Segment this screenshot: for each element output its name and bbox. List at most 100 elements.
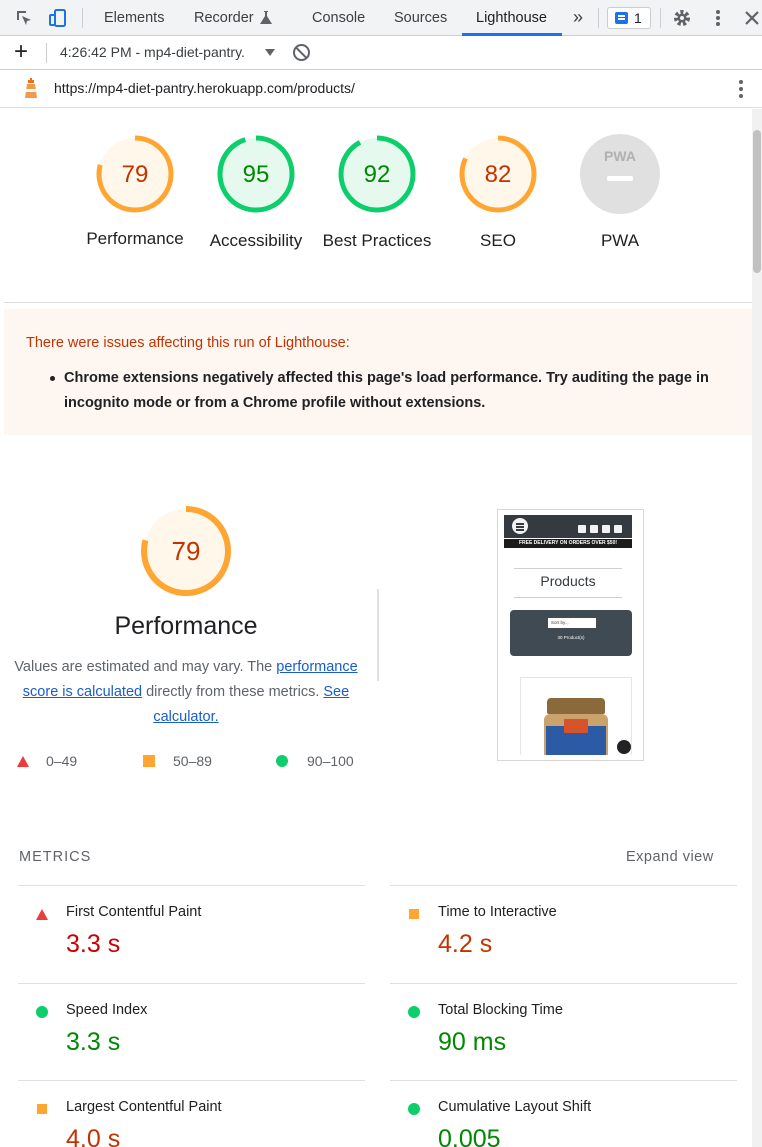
pass-circle-icon [408,1006,420,1018]
gauge-best-practices[interactable]: 92 [337,134,417,214]
gauge-accessibility-label: Accessibility [209,231,303,250]
screenshot-content: FREE DELIVERY ON ORDERS OVER $50! Produc… [504,515,632,755]
warning-item: Chrome extensions negatively affected th… [50,366,734,415]
device-toolbar-icon[interactable] [48,8,68,28]
metric-value: 4.0 s [66,1125,121,1147]
gauge-best-practices-value: 92 [364,161,391,188]
thumb-navbar [504,515,632,538]
flask-icon [260,11,272,24]
gauge-pwa-label: PWA [600,231,640,250]
legend-average: 50–89 [173,753,212,769]
metric-value: 3.3 s [66,1028,121,1056]
gauge-seo-value: 82 [485,161,512,188]
thumb-sort-select: Sort by... [548,618,596,628]
vertical-divider [377,589,379,681]
thumb-nav-icons [574,520,626,533]
toolbar-separator [46,43,47,63]
report-url: https://mp4-diet-pantry.herokuapp.com/pr… [54,80,355,96]
metric-value: 3.3 s [66,930,121,958]
thumb-banner: FREE DELIVERY ON ORDERS OVER $50! [504,539,632,548]
legend-pass: 90–100 [307,753,354,769]
pass-circle-icon [36,1006,48,1018]
metrics-heading: METRICS [19,849,92,865]
expand-view-toggle[interactable]: Expand view [626,849,714,865]
scroll-top-icon [617,740,631,754]
tab-separator [82,8,83,28]
metric-speed-index: Speed Index 3.3 s [18,984,358,1080]
average-square-icon [143,755,155,767]
metric-title: Largest Contentful Paint [66,1099,222,1115]
inspect-icon[interactable] [14,8,34,28]
gear-icon[interactable] [672,8,692,28]
bullet-icon [50,376,55,381]
devtools-tab-bar: Elements Recorder Console Sources Lighth… [0,0,762,36]
metric-total-blocking-time: Total Blocking Time 90 ms [390,984,730,1080]
tab-sources[interactable]: Sources [394,0,447,36]
gauge-performance-label: Performance [86,229,184,248]
average-square-icon [37,1104,47,1114]
fail-triangle-icon [17,756,29,767]
fail-triangle-icon [36,909,48,920]
metric-value: 90 ms [438,1028,507,1056]
average-square-icon [409,909,419,919]
lighthouse-icon [25,78,37,98]
metric-title: Cumulative Layout Shift [438,1099,592,1115]
gauge-performance[interactable]: 79 [95,134,175,214]
metric-cumulative-layout-shift: Cumulative Layout Shift 0.005 [390,1081,730,1147]
warning-box: There were issues affecting this run of … [4,309,752,435]
legend-fail: 0–49 [46,753,78,769]
report-menu-icon[interactable] [739,80,743,98]
performance-description: Values are estimated and may vary. The p… [14,659,358,725]
report-url-bar: https://mp4-diet-pantry.herokuapp.com/pr… [0,70,762,108]
metric-title: Total Blocking Time [438,1002,563,1018]
metric-first-contentful-paint: First Contentful Paint 3.3 s [18,886,358,982]
report-selector[interactable]: 4:26:42 PM - mp4-diet-pantry. [60,44,245,60]
thumb-title: Products [540,573,596,589]
hamburger-icon [512,518,528,534]
issues-count: 1 [634,10,642,26]
metric-title: Speed Index [66,1002,148,1018]
clear-icon[interactable] [293,44,310,61]
pass-circle-icon [276,755,288,767]
metric-value: 0.005 [438,1125,501,1147]
thumb-sort-panel: Sort by... 30 Product(s) [510,610,632,656]
scrollbar-thumb[interactable] [753,130,761,273]
final-screenshot[interactable]: FREE DELIVERY ON ORDERS OVER $50! Produc… [497,509,644,761]
gauge-performance-value: 79 [122,161,149,188]
tab-lighthouse[interactable]: Lighthouse [476,0,547,36]
tab-separator [660,8,661,28]
product-jar-tag [564,719,588,733]
tab-separator [598,8,599,28]
performance-gauge[interactable]: 79 [140,505,232,597]
metric-title: Time to Interactive [438,904,557,920]
kebab-menu-icon[interactable] [708,8,728,28]
metric-time-to-interactive: Time to Interactive 4.2 s [390,886,730,982]
tab-console[interactable]: Console [312,0,365,36]
product-jar-lid [547,698,605,714]
gauge-seo[interactable]: 82 [458,134,538,214]
chevron-double-right-icon[interactable]: » [573,0,583,35]
tab-elements[interactable]: Elements [104,0,164,36]
issues-button[interactable]: 1 [607,7,651,29]
gauge-accessibility[interactable]: 95 [216,134,296,214]
close-icon[interactable] [744,8,760,28]
metric-largest-contentful-paint: Largest Contentful Paint 4.0 s [18,1081,358,1147]
thumb-divider [514,568,622,569]
section-divider [4,302,752,303]
metric-value: 4.2 s [438,930,493,958]
lighthouse-report: 79 Performance 95 Accessibility 92 Best … [4,109,752,1147]
pass-circle-icon [408,1103,420,1115]
lighthouse-toolbar: + 4:26:42 PM - mp4-diet-pantry. [0,36,762,70]
pwa-badge-text: PWA [604,148,636,164]
issues-icon [615,12,628,24]
gauge-accessibility-value: 95 [243,161,270,188]
metric-title: First Contentful Paint [66,904,202,920]
warning-title: There were issues affecting this run of … [26,335,350,351]
tab-recorder[interactable]: Recorder [194,0,254,36]
gauge-best-practices-label: Best Practices [322,231,432,250]
new-report-button[interactable]: + [14,39,28,65]
thumb-product-card [520,677,632,755]
gauge-pwa[interactable]: PWA [580,134,660,214]
performance-title: Performance [114,612,258,640]
chevron-down-icon[interactable] [265,49,275,56]
